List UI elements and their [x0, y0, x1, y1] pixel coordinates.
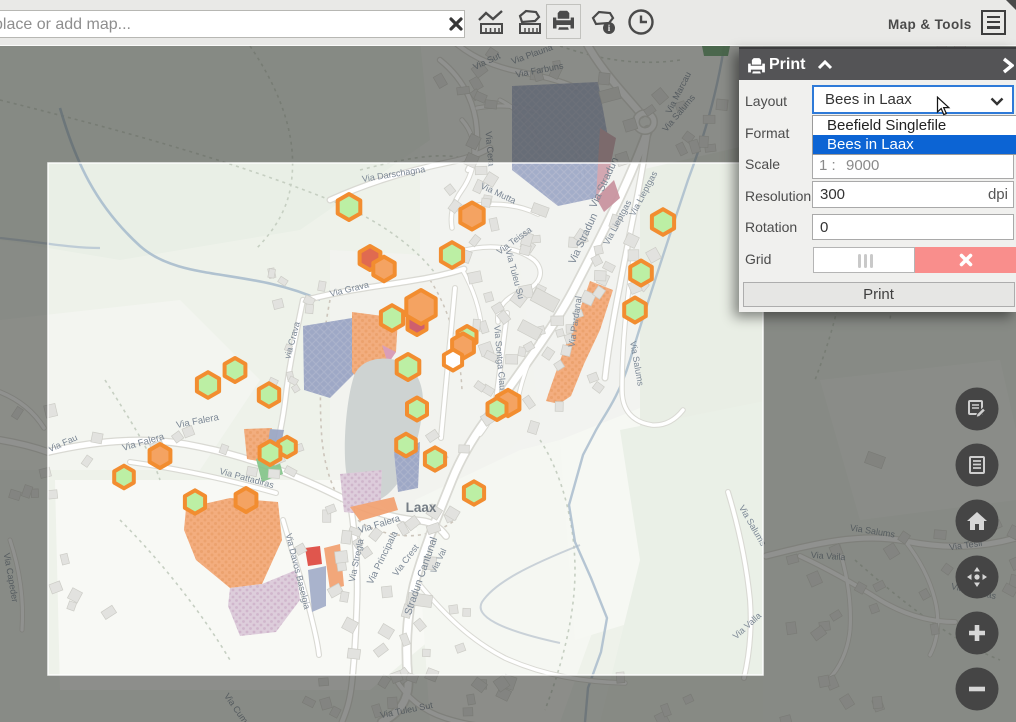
svg-text:Laax: Laax: [406, 500, 437, 515]
